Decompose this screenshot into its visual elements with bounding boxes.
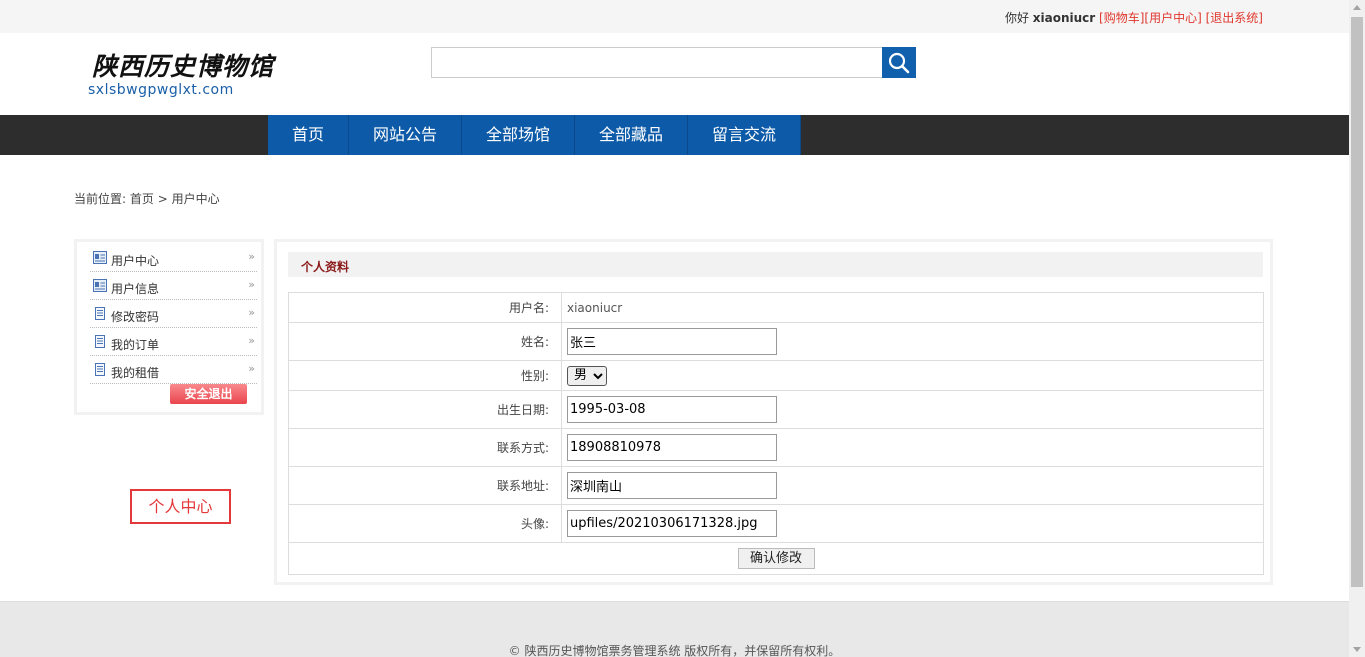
profile-form: 用户名: xiaoniucr 姓名: 性别: 男 出生日期: 联系方式: 联系地…	[288, 292, 1264, 575]
avatar-label: 头像:	[288, 504, 562, 543]
breadcrumb: 当前位置: 首页 > 用户中心	[74, 190, 220, 207]
form-row-address: 联系地址:	[288, 466, 1264, 505]
footer: © 陕西历史博物馆票务管理系统 版权所有，并保留所有权利。	[0, 601, 1349, 657]
sidebar-item-my-orders[interactable]: 我的订单 »	[90, 328, 257, 356]
sidebar-item-label: 修改密码	[111, 310, 160, 324]
breadcrumb-prefix: 当前位置:	[74, 192, 127, 206]
chevron-right-icon: »	[248, 278, 255, 291]
sidebar-item-label: 用户中心	[111, 254, 160, 268]
copyright-text: © 陕西历史博物馆票务管理系统 版权所有，并保留所有权利。	[508, 644, 841, 657]
search-input[interactable]	[431, 47, 883, 78]
sidebar-item-label: 我的订单	[111, 338, 160, 352]
address-field[interactable]	[567, 472, 777, 499]
panel-title: 个人资料	[301, 260, 350, 274]
page-scrollbar[interactable]	[1349, 0, 1365, 657]
sidebar-item-change-password[interactable]: 修改密码 »	[90, 300, 257, 328]
sidebar-item-label: 我的租借	[111, 366, 160, 380]
user-center-link[interactable]: [用户中心]	[1144, 11, 1201, 25]
panel-title-bar: 个人资料	[288, 252, 1263, 277]
sidebar-item-user-center[interactable]: 用户中心 »	[90, 244, 257, 272]
profile-panel: 个人资料 用户名: xiaoniucr 姓名: 性别: 男 出生日期: 联系方式…	[274, 239, 1273, 585]
username-value: xiaoniucr	[561, 292, 1264, 323]
breadcrumb-separator: >	[157, 192, 168, 206]
scroll-down-arrow-icon[interactable]	[1353, 647, 1361, 652]
scroll-up-arrow-icon[interactable]	[1353, 5, 1361, 10]
chevron-right-icon: »	[248, 362, 255, 375]
search-button[interactable]	[882, 47, 916, 78]
search-bar	[431, 47, 916, 78]
nav-item-home[interactable]: 首页	[268, 115, 349, 155]
sidebar-menu: 用户中心 » 用户信息 » 修改密码 » 我的订单 » 我的租借 » 安全退出	[74, 239, 264, 415]
phone-label: 联系方式:	[288, 428, 562, 467]
form-row-gender: 性别: 男	[288, 360, 1264, 391]
id-card-icon	[93, 279, 107, 292]
form-row-phone: 联系方式:	[288, 428, 1264, 467]
form-row-username: 用户名: xiaoniucr	[288, 292, 1264, 323]
id-card-icon	[93, 251, 107, 264]
sidebar-item-label: 用户信息	[111, 282, 160, 296]
personal-center-label: 个人中心	[130, 489, 231, 524]
document-icon	[95, 363, 105, 376]
form-row-avatar: 头像:	[288, 504, 1264, 543]
scrollbar-thumb[interactable]	[1351, 17, 1363, 587]
birthday-label: 出生日期:	[288, 390, 562, 429]
username-label: 用户名:	[288, 292, 562, 323]
sidebar-item-my-rentals[interactable]: 我的租借 »	[90, 356, 257, 384]
top-bar: 你好 xiaoniucr [购物车][用户中心] [退出系统]	[0, 0, 1349, 33]
sidebar-item-user-info[interactable]: 用户信息 »	[90, 272, 257, 300]
document-icon	[95, 335, 105, 348]
main-nav: 首页 网站公告 全部场馆 全部藏品 留言交流	[0, 115, 1349, 155]
form-row-submit: 确认修改	[288, 542, 1264, 575]
nav-item-announcements[interactable]: 网站公告	[349, 115, 462, 155]
confirm-edit-button[interactable]: 确认修改	[737, 548, 815, 569]
form-row-birthday: 出生日期:	[288, 390, 1264, 429]
birthday-field[interactable]	[567, 396, 777, 423]
form-row-name: 姓名:	[288, 322, 1264, 361]
nav-item-collections[interactable]: 全部藏品	[575, 115, 688, 155]
safe-logout-button[interactable]: 安全退出	[170, 384, 247, 404]
logo-chinese-text: 陕西历史博物馆	[92, 52, 275, 81]
logout-link[interactable]: [退出系统]	[1206, 11, 1263, 25]
cart-link[interactable]: [购物车]	[1099, 11, 1144, 25]
breadcrumb-home-link[interactable]: 首页	[130, 192, 154, 206]
name-label: 姓名:	[288, 322, 562, 361]
logo-domain-text: sxlsbwgpwglxt.com	[88, 82, 234, 98]
gender-label: 性别:	[288, 360, 562, 391]
nav-item-messages[interactable]: 留言交流	[688, 115, 801, 155]
phone-field[interactable]	[567, 434, 777, 461]
nav-item-venues[interactable]: 全部场馆	[462, 115, 575, 155]
name-field[interactable]	[567, 328, 777, 355]
chevron-right-icon: »	[248, 306, 255, 319]
greeting-text: 你好	[1004, 11, 1029, 25]
user-greeting-area: 你好 xiaoniucr [购物车][用户中心] [退出系统]	[1005, 9, 1263, 26]
address-label: 联系地址:	[288, 466, 562, 505]
chevron-right-icon: »	[248, 250, 255, 263]
chevron-right-icon: »	[248, 334, 255, 347]
header: 陕西历史博物馆 sxlsbwgpwglxt.com	[0, 33, 1349, 115]
document-icon	[95, 307, 105, 320]
gender-select[interactable]: 男	[567, 365, 607, 386]
avatar-field[interactable]	[567, 510, 777, 537]
username-text: xiaoniucr	[1032, 11, 1096, 25]
search-icon	[888, 52, 910, 73]
breadcrumb-current: 用户中心	[171, 192, 220, 206]
site-logo[interactable]: 陕西历史博物馆 sxlsbwgpwglxt.com	[88, 52, 275, 98]
